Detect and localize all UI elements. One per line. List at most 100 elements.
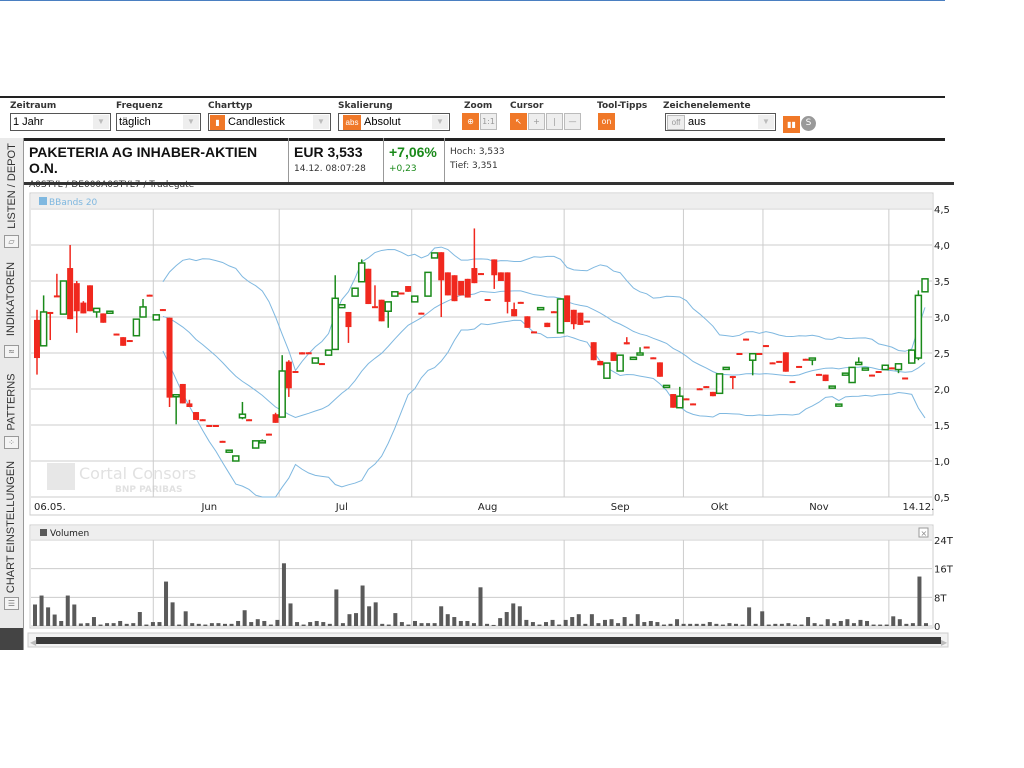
candle-down	[265, 433, 272, 436]
volume-bar	[517, 606, 522, 626]
scroll-right-icon[interactable]: ▶	[941, 638, 948, 647]
candle-up	[907, 349, 916, 364]
volume-bar	[281, 563, 286, 626]
candle-body	[418, 312, 425, 315]
volume-bar	[85, 623, 90, 626]
candle-down	[524, 316, 531, 328]
x-tick-label: Nov	[809, 502, 829, 513]
candle-up	[835, 403, 843, 407]
candle-body	[305, 352, 312, 355]
volume-bar	[675, 619, 680, 626]
candle-down	[769, 362, 776, 365]
candle-up	[662, 384, 671, 389]
scroll-left-icon[interactable]: ◀	[30, 638, 37, 647]
volume-bar	[825, 619, 830, 626]
candle-body	[670, 394, 677, 408]
price-panel: BBands 20 Cortal Consors BNP PARIBAS 4,5…	[29, 192, 950, 516]
volume-bar	[327, 623, 332, 626]
volume-tick-label: 16T	[934, 565, 954, 576]
volume-bar	[819, 624, 824, 626]
candle-down	[690, 403, 697, 406]
volume-bar	[131, 623, 136, 626]
candle-body	[743, 338, 750, 341]
candle-body	[106, 310, 114, 314]
candle-down	[113, 333, 120, 336]
svg-text:BNP PARIBAS: BNP PARIBAS	[115, 485, 182, 495]
chart-area[interactable]: BBands 20 Cortal Consors BNP PARIBAS 4,5…	[0, 0, 1024, 768]
candle-body	[762, 345, 769, 348]
candle-down	[782, 352, 789, 372]
volume-bar	[701, 623, 706, 626]
horizontal-scrollbar[interactable]: ◀ ▶	[27, 632, 949, 648]
candle-up	[251, 440, 260, 449]
candle-down	[451, 275, 458, 302]
volume-bar	[832, 623, 837, 626]
candle-up	[311, 357, 320, 364]
volume-bar	[760, 611, 765, 626]
candle-body	[491, 259, 498, 276]
volume-bar	[308, 622, 313, 626]
candle-down	[610, 352, 617, 361]
candle-body	[544, 322, 551, 328]
volume-legend-label: Volumen	[50, 529, 89, 539]
candle-body	[92, 307, 101, 313]
volume-bar	[485, 623, 490, 626]
candle-up	[828, 385, 836, 389]
candle-down	[796, 365, 803, 368]
volume-bar	[563, 619, 568, 626]
candle-down	[418, 312, 425, 315]
candle-down	[564, 295, 571, 323]
volume-bar	[648, 620, 653, 626]
volume-bar	[865, 620, 870, 626]
candle-up	[848, 366, 856, 384]
volume-bar	[419, 623, 424, 626]
volume-bar	[498, 618, 503, 626]
candle-up	[410, 295, 419, 303]
volume-bar	[478, 587, 483, 626]
volume-bar	[314, 620, 319, 626]
scrollbar-thumb[interactable]	[36, 637, 941, 644]
candle-body	[405, 286, 412, 292]
candle-body	[643, 346, 650, 349]
candle-body	[796, 365, 803, 368]
volume-bar	[917, 576, 922, 626]
volume-panel: Volumen × 24T 16T 8T 0	[29, 524, 954, 633]
candle-down	[299, 352, 306, 355]
volume-bar	[851, 623, 856, 626]
y-tick-label: 4,0	[934, 241, 950, 252]
volume-bar	[504, 612, 509, 626]
volume-bar	[72, 604, 77, 626]
candle-body	[471, 268, 478, 284]
candle-body	[511, 309, 518, 317]
volume-bar	[622, 617, 627, 626]
volume-bar	[406, 624, 411, 626]
candle-down	[776, 360, 783, 363]
volume-tick-label: 0	[934, 622, 940, 633]
volume-bar	[144, 624, 149, 626]
volume-bar	[209, 623, 214, 626]
candle-body	[690, 403, 697, 406]
candle-body	[139, 306, 147, 318]
candle-body	[357, 262, 366, 283]
candle-up	[914, 290, 923, 361]
candle-body	[868, 374, 875, 377]
candle-body	[776, 360, 783, 363]
candle-body	[225, 449, 233, 453]
candle-down	[875, 371, 882, 373]
volume-bar	[557, 624, 562, 626]
volume-bar	[360, 585, 365, 626]
x-tick-label: Jun	[200, 502, 217, 513]
candle-down	[650, 357, 657, 360]
candle-down	[464, 278, 471, 298]
close-volume-icon[interactable]: ×	[918, 527, 929, 538]
volume-bar	[694, 623, 699, 626]
volume-bar	[609, 619, 614, 626]
candle-down	[212, 425, 219, 427]
candle-up	[556, 298, 565, 334]
candle-up	[424, 271, 432, 297]
candle-body	[907, 349, 916, 364]
volume-bar	[216, 623, 221, 626]
candle-body	[536, 306, 545, 311]
candle-down	[159, 309, 166, 312]
candle-body	[113, 333, 120, 336]
